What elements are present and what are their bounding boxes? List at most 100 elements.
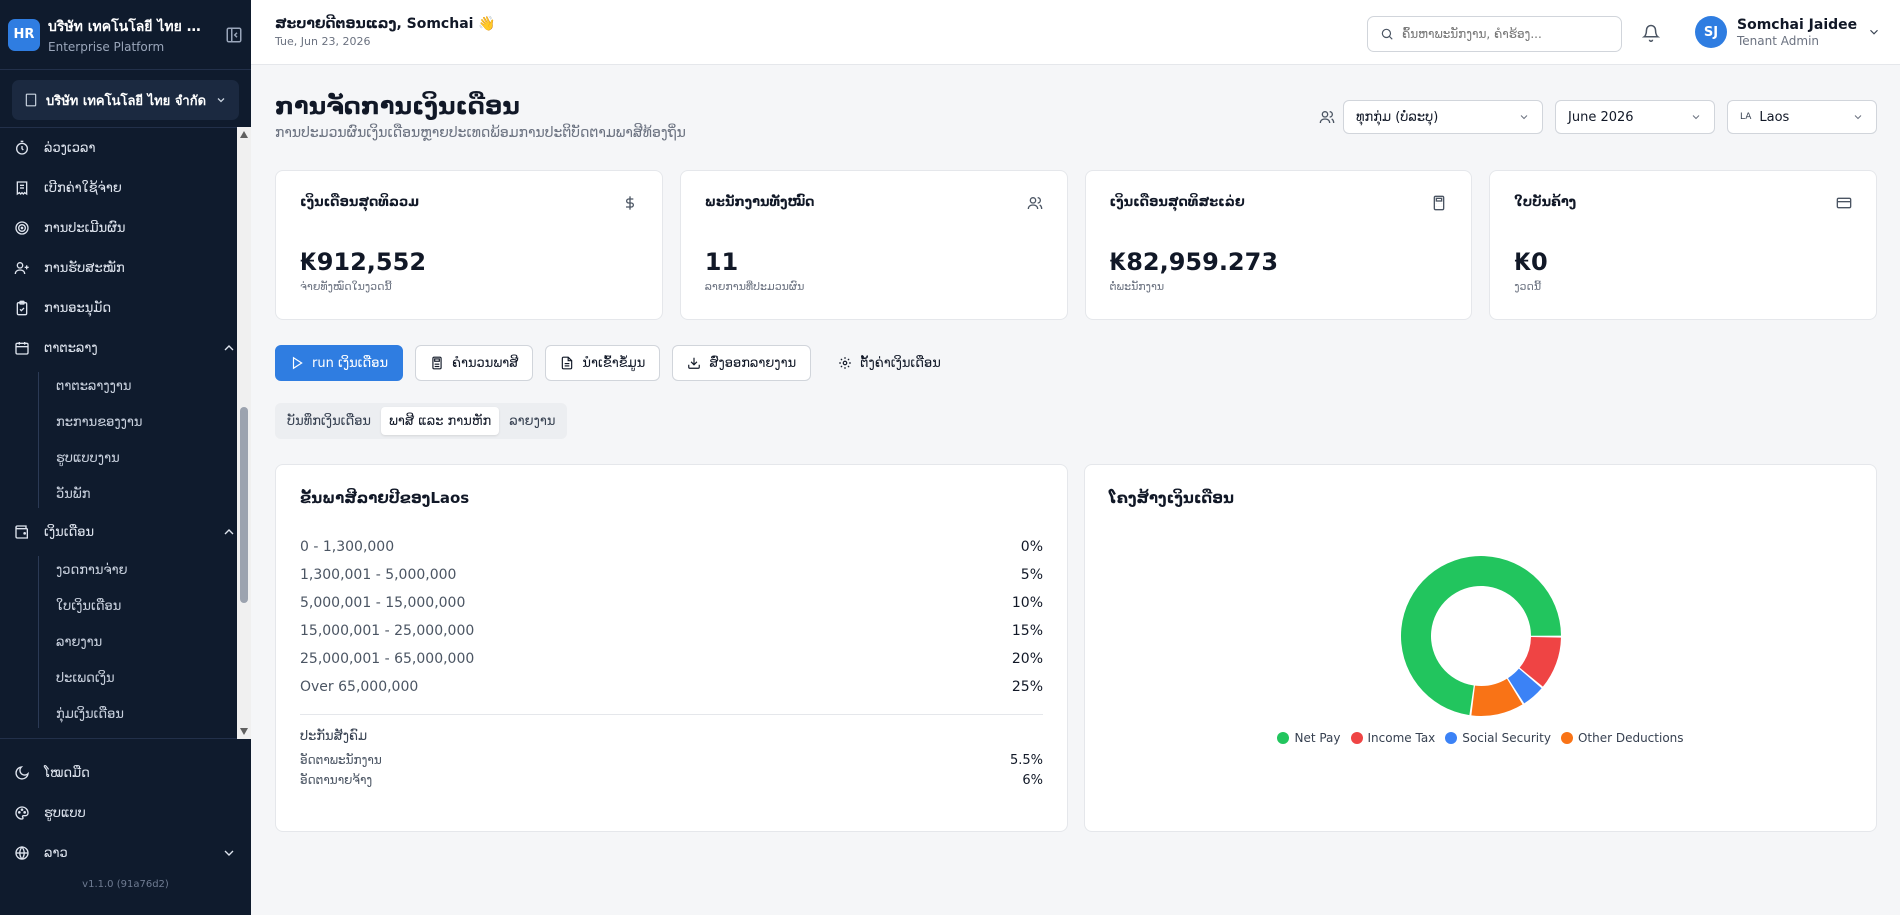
scroll-up-icon[interactable] [240, 131, 248, 138]
sidebar-group-payroll[interactable]: ເງິນເດືອນ [0, 512, 251, 552]
legend-label: Other Deductions [1577, 731, 1684, 745]
employee-rate-label: ອັດຕາພະນັກງານ [300, 753, 382, 767]
group-select-value: ທຸກກຸ່ມ (ບໍ່ລະບຸ) [1356, 109, 1439, 125]
stat-card-total-net: ເງິນເດືອນສຸດທິລວມ ₭912,552 ຈ່າຍທັງໝົດໃນງ… [275, 170, 663, 320]
legend-swatch [1350, 732, 1363, 744]
search-box[interactable] [1367, 16, 1622, 52]
legend-item[interactable]: Income Tax [1350, 731, 1436, 745]
import-data-button[interactable]: ນຳເຂົ້າຂໍ້ມູນ [545, 345, 661, 381]
sidebar-subitem[interactable]: ລາຍງານ [0, 624, 251, 660]
wallet-icon [15, 525, 28, 539]
legend-item[interactable]: Other Deductions [1560, 731, 1684, 745]
export-report-label: ສົ່ງອອກລາຍງານ [709, 355, 797, 371]
sidebar-subitem[interactable]: ປະເພດເງິນ [0, 660, 251, 696]
search-icon [1381, 28, 1393, 40]
bracket-range: 1,300,001 - 5,000,000 [300, 567, 457, 583]
list-item: 0 - 1,300,000 0% [300, 533, 1043, 561]
legend-swatch [1445, 732, 1458, 744]
search-input[interactable] [1402, 27, 1609, 41]
company-name: บริษัท เทคโนโลยี ไทย จำกัด [48, 18, 208, 35]
user-menu[interactable]: SJ Somchai Jaidee Tenant Admin [1695, 16, 1881, 48]
sidebar-group-schedule[interactable]: ຕາຕະລາງ [0, 328, 251, 368]
sidebar-subitem[interactable]: ກະການຂອງງານ [0, 404, 251, 440]
chevron-down-icon [224, 850, 234, 856]
page-title: ການຈັດການເງິນເດືອນ [275, 92, 520, 120]
app-logo: HR [8, 18, 40, 51]
stat-card-employees: ພະນັກງານທັງໝົດ 11 ລາຍການທີ່ປະມວນຜົນ [679, 170, 1068, 320]
stat-value: ₭912,552 [300, 248, 427, 276]
current-date: Tue, Jun 23, 2026 [275, 35, 371, 48]
action-buttons: run ເງິນເດືອນ ຄຳນວນພາສີ ນຳເຂົ້າຂໍ້ມູນ ສົ… [275, 345, 956, 381]
country-code: LA [1740, 112, 1752, 122]
sidebar-item-recruitment[interactable]: ການຮັບສະໝັກ [0, 248, 251, 288]
country-select[interactable]: LA Laos [1727, 100, 1877, 134]
language-select[interactable]: ລາວ [0, 833, 251, 873]
divider [300, 714, 1043, 715]
employer-rate-value: 6% [1022, 772, 1043, 788]
sidebar-subitem[interactable]: ງວດການຈ່າຍ [0, 552, 251, 588]
stat-label: ເງິນເດືອນສຸດທິລວມ [300, 195, 420, 210]
sidebar-item-label: ເບີກຄ່າໃຊ້ຈ່າຍ [44, 180, 122, 196]
scrollbar-thumb[interactable] [240, 407, 248, 603]
bracket-rate: 5% [1020, 567, 1043, 583]
sidebar-subitem[interactable]: ຮູບແບບງານ [0, 440, 251, 476]
chevron-down-icon [1692, 115, 1700, 120]
tabs: ບັນທຶກເງິນເດືອນ ພາສີ ແລະ ການຫັກ ລາຍງານ [275, 403, 568, 439]
stat-card-average: ເງິນເດືອນສຸດທິສະເລ່ຍ ₭82,959.273 ຕໍ່ພະນັ… [1084, 170, 1473, 320]
run-payroll-button[interactable]: run ເງິນເດືອນ [275, 345, 404, 381]
sidebar-subitem[interactable]: ຕາຕະລາງງານ [0, 368, 251, 404]
dollar-icon [625, 196, 634, 210]
payroll-settings-button[interactable]: ຕັ້ງຄ່າເງິນເດືອນ [823, 345, 956, 381]
sidebar-collapse-icon[interactable] [225, 26, 243, 44]
tab-tax-deductions[interactable]: ພາສີ ແລະ ການຫັກ [381, 407, 500, 435]
bracket-range: 25,000,001 - 65,000,000 [300, 651, 475, 667]
appearance-button[interactable]: ຮູບແບບ [0, 793, 251, 833]
sidebar-nav: ລ່ວງເວລາ ເບີກຄ່າໃຊ້ຈ່າຍ ການປະເມີນຜົນ ການ… [0, 127, 251, 739]
legend-swatch [1277, 732, 1290, 744]
users-icon [1027, 197, 1042, 210]
tab-reports[interactable]: ລາຍງານ [501, 407, 563, 435]
platform-name: Enterprise Platform [48, 39, 165, 54]
chevron-down-icon [1520, 115, 1528, 120]
tab-payroll-records[interactable]: ບັນທຶກເງິນເດືອນ [279, 407, 379, 435]
run-payroll-label: run ເງິນເດືອນ [312, 355, 389, 371]
legend-item[interactable]: Net Pay [1277, 731, 1341, 745]
period-select[interactable]: June 2026 [1555, 100, 1715, 134]
sidebar-item-approvals[interactable]: ການອະນຸມັດ [0, 288, 251, 328]
stat-label: ໃບບັນຄ້າງ [1514, 195, 1577, 210]
top-bar: ສະບາຍດີຕອນແລງ, Somchai 👋 Tue, Jun 23, 20… [251, 0, 1900, 65]
legend-label: Social Security [1462, 731, 1551, 745]
sidebar-item-label: ການຮັບສະໝັກ [44, 260, 125, 276]
payroll-settings-label: ຕັ້ງຄ່າເງິນເດືອນ [860, 355, 941, 371]
filters: ທຸກກຸ່ມ (ບໍ່ລະບຸ) June 2026 LA Laos [1319, 100, 1877, 134]
chart-panel-title: ໂຄງສ້າງເງິນເດືອນ [1109, 489, 1234, 507]
group-select[interactable]: ທຸກກຸ່ມ (ບໍ່ລະບຸ) [1343, 100, 1543, 134]
tenant-name: บริษัท เทคโนโลยี ไทย จำกัด [46, 93, 207, 109]
employer-rate-label: ອັດຕານາຍຈ້າງ [300, 773, 373, 787]
bell-icon[interactable] [1642, 24, 1660, 42]
export-report-button[interactable]: ສົ່ງອອກລາຍງານ [672, 345, 812, 381]
bracket-rate: 20% [1011, 651, 1043, 667]
sidebar-item-expenses[interactable]: ເບີກຄ່າໃຊ້ຈ່າຍ [0, 168, 251, 208]
bracket-rate: 25% [1011, 679, 1043, 695]
receipt-icon [16, 181, 28, 196]
chevron-down-icon [217, 98, 225, 103]
sidebar-subitem[interactable]: ກຸ່ມເງິນເດືອນ [0, 696, 251, 732]
sidebar-item-overtime[interactable]: ລ່ວງເວລາ [0, 128, 251, 168]
sidebar-subitem[interactable]: ວັນພັກ [0, 476, 251, 512]
sidebar-subitem[interactable]: ໃບເງິນເດືອນ [0, 588, 251, 624]
employee-rate-value: 5.5% [1009, 752, 1043, 768]
list-item: 1,300,001 - 5,000,000 5% [300, 561, 1043, 589]
play-icon [292, 356, 303, 370]
calculate-tax-button[interactable]: ຄຳນວນພາສີ [415, 345, 534, 381]
sidebar-item-performance[interactable]: ການປະເມີນຜົນ [0, 208, 251, 248]
bracket-range: 0 - 1,300,000 [300, 539, 395, 555]
legend-label: Income Tax [1367, 731, 1436, 745]
gear-icon [839, 357, 851, 369]
country-select-value: Laos [1759, 109, 1790, 125]
scroll-down-icon[interactable] [240, 728, 248, 735]
tenant-switcher[interactable]: บริษัท เทคโนโลยี ไทย จำกัด [12, 80, 239, 120]
sidebar-scrollbar[interactable] [237, 127, 251, 739]
legend-item[interactable]: Social Security [1445, 731, 1551, 745]
dark-mode-toggle[interactable]: ໂໝດມືດ [0, 753, 251, 793]
